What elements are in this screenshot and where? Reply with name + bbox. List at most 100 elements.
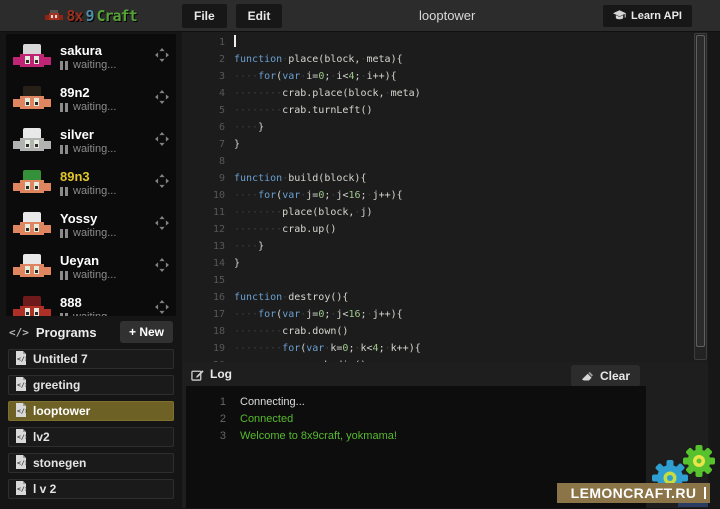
player-status: waiting...: [60, 227, 155, 239]
crab-logo-icon: [45, 9, 63, 23]
programs-panel: </> Programs + New </>Untitled 7</>greet…: [0, 318, 182, 505]
program-item[interactable]: </>greeting: [8, 375, 174, 395]
player-name: 89n3: [60, 169, 155, 184]
crab-avatar: [13, 170, 51, 197]
log-entry-number: 1: [186, 394, 226, 411]
crab-body: [20, 180, 44, 193]
code-line: 6····}: [182, 119, 708, 136]
program-file-icon: </>: [15, 481, 27, 498]
crab-claw-right: [43, 57, 51, 65]
watermark-text: LEMONCRAFT.RU: [571, 485, 697, 501]
crab-eye: [25, 98, 30, 106]
line-number: 18: [182, 323, 234, 340]
crab-avatar: [13, 128, 51, 155]
file-menu-button[interactable]: File: [182, 4, 227, 28]
program-item[interactable]: </>looptower: [8, 401, 174, 421]
crab-claw-right: [43, 141, 51, 149]
move-icon[interactable]: [155, 48, 169, 67]
log-entry: 1Connecting...: [186, 394, 646, 411]
crab-head: [23, 212, 41, 222]
player-row[interactable]: 89n3waiting...: [6, 162, 176, 204]
code-line: 7}: [182, 136, 708, 153]
crab-eye: [25, 308, 30, 316]
program-file-icon: </>: [15, 429, 27, 446]
code-text: function·destroy(){: [234, 289, 348, 306]
player-row[interactable]: Yossywaiting...: [6, 204, 176, 246]
programs-title: Programs: [36, 325, 120, 340]
crab-head: [23, 254, 41, 264]
editor-scrollbar-thumb[interactable]: [696, 35, 705, 347]
player-name: silver: [60, 127, 155, 142]
learn-api-button[interactable]: Learn API: [603, 5, 692, 27]
edit-menu-button[interactable]: Edit: [236, 4, 283, 28]
program-item[interactable]: </>l v 2: [8, 479, 174, 499]
move-icon[interactable]: [155, 258, 169, 277]
program-name: lv2: [33, 430, 50, 444]
text-cursor: [234, 35, 236, 47]
program-list: </>Untitled 7</>greeting</>looptower</>l…: [0, 349, 182, 499]
player-name: sakura: [60, 43, 155, 58]
crab-body: [20, 54, 44, 67]
code-text: ········crab.down(): [234, 323, 348, 340]
code-line: 11········place(block,·j): [182, 204, 708, 221]
player-status-text: waiting...: [73, 59, 116, 71]
crab-avatar: [13, 86, 51, 113]
lemoncraft-watermark: LEMONCRAFT.RU: [557, 483, 710, 503]
line-number: 11: [182, 204, 234, 221]
player-status-text: waiting...: [73, 227, 116, 239]
log-title: Log: [210, 367, 232, 381]
editor-scrollbar[interactable]: [694, 33, 707, 360]
line-number: 16: [182, 289, 234, 306]
player-row[interactable]: Ueyanwaiting...: [6, 246, 176, 288]
move-icon[interactable]: [155, 90, 169, 109]
new-program-button[interactable]: + New: [120, 321, 173, 343]
code-editor[interactable]: 12function·place(block,·meta){3····for(v…: [182, 32, 708, 362]
player-status-text: waiting...: [73, 269, 116, 281]
player-list[interactable]: sakurawaiting...89n2waiting...silverwait…: [6, 34, 176, 316]
crab-eye: [34, 308, 39, 316]
pause-icon: [60, 145, 68, 154]
code-text: ········place(block,·j): [234, 204, 373, 221]
player-status: waiting...: [60, 101, 155, 113]
crab-head: [23, 44, 41, 54]
right-edge-strip: [708, 32, 720, 508]
program-file-icon: </>: [15, 403, 27, 420]
move-icon[interactable]: [155, 132, 169, 151]
code-text: ········crab.up(): [234, 221, 336, 238]
svg-text:</>: </>: [17, 433, 27, 441]
move-icon[interactable]: [155, 174, 169, 193]
code-text: }: [234, 255, 240, 272]
code-line: 10····for(var·j=0;·j<16;·j++){: [182, 187, 708, 204]
crab-claw-right: [43, 267, 51, 275]
line-number: 10: [182, 187, 234, 204]
svg-text:</>: </>: [17, 407, 27, 415]
program-name: Untitled 7: [33, 352, 88, 366]
code-text: ····for(var·j=0;·j<16;·j++){: [234, 306, 403, 323]
player-row[interactable]: 888waiting...: [6, 288, 176, 316]
line-number: 12: [182, 221, 234, 238]
player-row[interactable]: silverwaiting...: [6, 120, 176, 162]
program-item[interactable]: </>Untitled 7: [8, 349, 174, 369]
player-row[interactable]: 89n2waiting...: [6, 78, 176, 120]
clear-log-button[interactable]: Clear: [571, 365, 640, 387]
code-line: 5········crab.turnLeft(): [182, 102, 708, 119]
crab-body: [20, 222, 44, 235]
current-program-title: looptower: [291, 8, 603, 23]
crab-eye: [25, 224, 30, 232]
code-text: ····for(var·j=0;·j<16;·j++){: [234, 187, 403, 204]
code-icon: </>: [9, 326, 29, 339]
code-text: [234, 34, 236, 51]
player-info: Yossywaiting...: [60, 211, 155, 239]
line-number: 8: [182, 153, 234, 170]
crab-claw-right: [43, 225, 51, 233]
watermark-subtext: [678, 503, 708, 507]
code-line: 4········crab.place(block,·meta): [182, 85, 708, 102]
crab-body: [20, 138, 44, 151]
move-icon[interactable]: [155, 216, 169, 235]
program-item[interactable]: </>stonegen: [8, 453, 174, 473]
player-row[interactable]: sakurawaiting...: [6, 36, 176, 78]
program-item[interactable]: </> lv2: [8, 427, 174, 447]
line-number: 3: [182, 68, 234, 85]
move-icon[interactable]: [155, 300, 169, 317]
graduation-cap-icon: [613, 10, 626, 21]
